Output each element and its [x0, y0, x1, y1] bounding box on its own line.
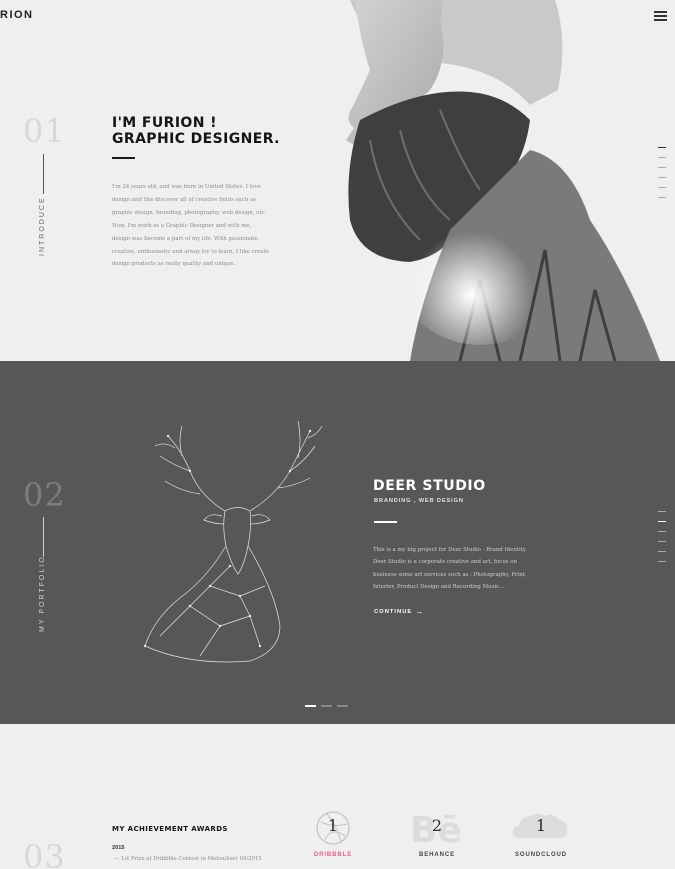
text-line: Deer Studio is a corporate creative and …: [373, 559, 517, 566]
section-number: 03: [23, 838, 66, 869]
text-line: business some art services such as : Pho…: [373, 571, 527, 578]
text-line: I'm 24 years old, and was born in United…: [112, 184, 261, 190]
text-line: This is a my big project for Deer Studio…: [373, 547, 527, 553]
title-underline: [374, 521, 397, 523]
section-number: 01: [23, 112, 66, 150]
award-name: DRIBBBLE: [313, 852, 353, 858]
award-count: 1: [535, 816, 547, 835]
section-nav: [658, 511, 666, 562]
text-line: Now, I'm work as a Graphic Designer and …: [112, 222, 252, 229]
site-logo[interactable]: RION: [0, 9, 34, 21]
section-nav-dot[interactable]: [658, 167, 666, 168]
portfolio-section: 02 MY PORTFOLIO DEER STUDIO BRANDING , W…: [0, 361, 675, 724]
slider-dot[interactable]: [321, 705, 332, 707]
section-nav-dot[interactable]: [658, 531, 666, 532]
section-nav-dot[interactable]: [658, 551, 666, 552]
section-label: INTRODUCE: [39, 196, 46, 256]
section-nav-dot[interactable]: [658, 541, 666, 542]
achievements-title: MY ACHIEVEMENT AWARDS: [112, 825, 228, 833]
text-line: design and like discover all of creative…: [112, 196, 260, 203]
section-nav-dot[interactable]: [658, 511, 666, 512]
award-name: BEHANCE: [419, 852, 455, 858]
achievement-item: — 1st Prize at Dribbble Contest in Mebou…: [114, 856, 262, 862]
award-soundcloud[interactable]: 1 SOUNDCLOUD: [506, 810, 576, 860]
project-description: This is a my big project for Deer Studio…: [373, 544, 545, 594]
achievements-section: 03 MY ACHIEVEMENT AWARDS 2015 — 1st Priz…: [0, 724, 675, 869]
intro-text: I'm 24 years old, and was born in United…: [112, 181, 284, 271]
section-nav-dot[interactable]: [658, 561, 666, 562]
slider-pagination: [305, 705, 348, 707]
hero-title-line: I'M FURION !: [112, 115, 217, 131]
section-nav-dot[interactable]: [658, 147, 666, 148]
arrow-right-icon: →: [415, 607, 425, 616]
project-title: DEER STUDIO: [373, 478, 486, 494]
section-number: 02: [23, 476, 66, 514]
continue-link[interactable]: CONTINUE →: [374, 607, 424, 616]
slider-dot[interactable]: [337, 705, 348, 707]
text-line: design products as really quality and un…: [112, 261, 236, 268]
award-count: 2: [431, 816, 443, 835]
project-tags: BRANDING , WEB DESIGN: [374, 498, 464, 504]
section-nav-dot[interactable]: [658, 177, 666, 178]
section-nav-dot[interactable]: [658, 157, 666, 158]
section-divider: [43, 517, 44, 557]
award-behance[interactable]: Bē 2 BEHANCE: [402, 810, 472, 860]
section-nav: [658, 147, 666, 198]
text-line: creative, enthusiastic and alway try to …: [112, 248, 269, 255]
section-nav-dot[interactable]: [658, 187, 666, 188]
section-divider: [43, 154, 44, 194]
section-label: MY PORTFOLIO: [39, 555, 46, 632]
hamburger-icon[interactable]: [654, 11, 667, 21]
award-count: 1: [327, 816, 339, 835]
text-line: design was become a part of my life. Wit…: [112, 235, 260, 242]
achievement-year: 2015: [112, 845, 125, 851]
text-line: Interior, Product Design and Recording M…: [373, 584, 505, 591]
intro-section: 01 INTRODUCE I'M FURION ! GRAPHIC DESIGN…: [0, 0, 675, 361]
slider-dot[interactable]: [305, 705, 316, 707]
section-nav-dot[interactable]: [658, 521, 666, 522]
text-line: graphic design, branding, photography, w…: [112, 209, 267, 216]
continue-label: CONTINUE: [374, 608, 413, 615]
hero-title: I'M FURION ! GRAPHIC DESIGNER.: [112, 115, 280, 147]
award-dribbble[interactable]: 1 DRIBBBLE: [298, 810, 368, 860]
deer-illustration: [143, 420, 323, 663]
portrait-image: [346, 0, 660, 361]
award-name: SOUNDCLOUD: [515, 852, 567, 858]
title-underline: [112, 157, 135, 159]
hero-title-line: GRAPHIC DESIGNER.: [112, 131, 280, 147]
section-nav-dot[interactable]: [658, 197, 666, 198]
